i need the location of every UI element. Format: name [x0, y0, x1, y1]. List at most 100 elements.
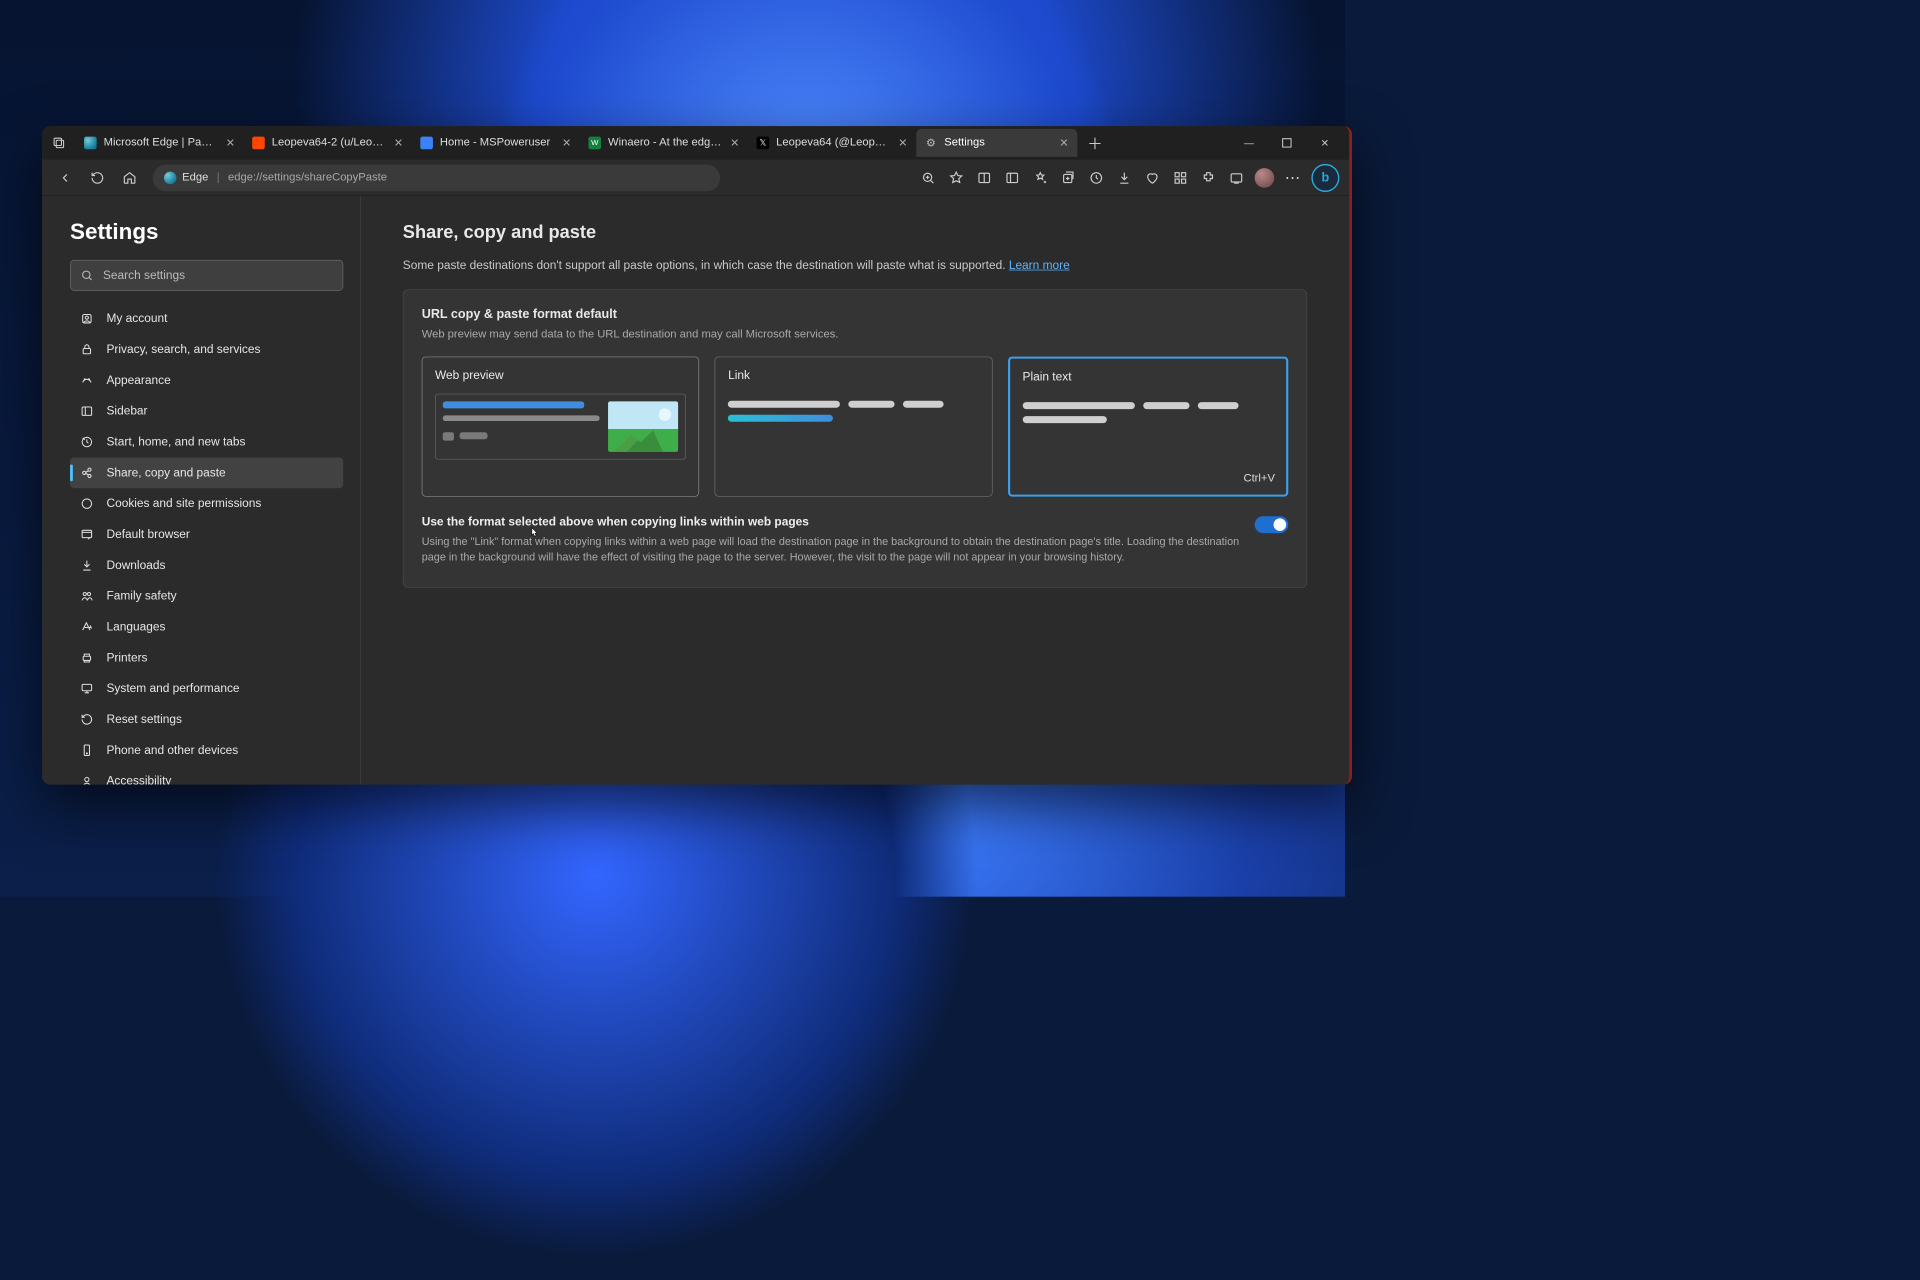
edge-chip: Edge [164, 171, 208, 184]
history-icon[interactable] [1083, 164, 1110, 191]
tab-winaero[interactable]: W Winaero - At the edge of ✕ [580, 129, 748, 157]
card-title: Web preview [435, 368, 686, 382]
toolbar: Edge | edge://settings/shareCopyPaste ⋯ … [42, 160, 1349, 196]
nav-label: Printers [106, 651, 147, 665]
tab-mspoweruser[interactable]: Home - MSPoweruser ✕ [412, 129, 580, 157]
close-icon[interactable]: ✕ [392, 136, 405, 150]
favorite-icon[interactable] [943, 164, 970, 191]
settings-title: Settings [70, 219, 343, 245]
profile-avatar[interactable] [1251, 164, 1278, 191]
sidebar-item[interactable]: Family safety [70, 581, 343, 612]
tab-label: Microsoft Edge | Page 148 [104, 137, 217, 150]
favorites-list-icon[interactable] [1027, 164, 1054, 191]
sidebar-item[interactable]: My account [70, 303, 343, 334]
sidebar-item[interactable]: Printers [70, 642, 343, 673]
downloads-icon[interactable] [1111, 164, 1138, 191]
lead-text: Some paste destinations don't support al… [403, 258, 1009, 271]
nav-icon [80, 528, 94, 541]
screenshot-icon[interactable] [1223, 164, 1250, 191]
nav-label: Share, copy and paste [106, 466, 225, 480]
favicon-reddit-icon [252, 137, 265, 150]
toggle-switch[interactable] [1255, 516, 1289, 533]
settings-sidebar: Settings Search settings My accountPriva… [42, 196, 361, 784]
tab-reddit[interactable]: Leopeva64-2 (u/Leopeva6 ✕ [244, 129, 412, 157]
reading-mode-icon[interactable] [999, 164, 1026, 191]
split-screen-icon[interactable] [971, 164, 998, 191]
toggle-desc: Using the "Link" format when copying lin… [422, 534, 1241, 565]
collections-icon[interactable] [1055, 164, 1082, 191]
nav-icon [80, 744, 94, 757]
sidebar-item[interactable]: Languages [70, 612, 343, 643]
home-button[interactable] [116, 164, 143, 191]
sidebar-item[interactable]: Sidebar [70, 396, 343, 427]
nav-label: Family safety [106, 589, 176, 603]
refresh-button[interactable] [84, 164, 111, 191]
search-settings-input[interactable]: Search settings [70, 260, 343, 291]
window-controls: — ✕ [1232, 129, 1343, 157]
close-icon[interactable]: ✕ [1058, 136, 1071, 150]
nav-icon [80, 312, 94, 325]
nav-icon [80, 682, 94, 695]
panel-hint: Web preview may send data to the URL des… [422, 329, 1289, 342]
bing-chat-button[interactable]: b [1311, 164, 1339, 192]
card-plain-text[interactable]: Plain text Ctrl+V [1008, 357, 1288, 497]
favicon-msp-icon [420, 137, 433, 150]
sidebar-item[interactable]: Phone and other devices [70, 735, 343, 766]
back-button[interactable] [52, 164, 79, 191]
nav-icon [80, 713, 94, 726]
nav-label: Start, home, and new tabs [106, 435, 245, 449]
nav-icon [80, 436, 94, 449]
close-icon[interactable]: ✕ [897, 136, 910, 150]
sidebar-item[interactable]: System and performance [70, 673, 343, 704]
new-tab-button[interactable]: ＋ [1083, 131, 1107, 155]
nav-icon [80, 590, 94, 603]
sidebar-item[interactable]: Privacy, search, and services [70, 334, 343, 365]
tab-edge[interactable]: Microsoft Edge | Page 148 ✕ [76, 129, 244, 157]
more-menu-icon[interactable]: ⋯ [1279, 164, 1306, 191]
wallet-icon[interactable] [1139, 164, 1166, 191]
tab-settings[interactable]: ⚙ Settings ✕ [916, 129, 1077, 157]
nav-label: Sidebar [106, 404, 147, 418]
learn-more-link[interactable]: Learn more [1009, 258, 1070, 271]
card-link[interactable]: Link [715, 357, 993, 497]
sidebar-item[interactable]: Reset settings [70, 704, 343, 735]
apps-icon[interactable] [1167, 164, 1194, 191]
search-icon [81, 269, 94, 282]
zoom-icon[interactable] [915, 164, 942, 191]
toolbar-right: ⋯ b [915, 164, 1340, 192]
card-web-preview[interactable]: Web preview [422, 357, 700, 497]
close-icon[interactable]: ✕ [729, 136, 742, 150]
sidebar-item[interactable]: Accessibility [70, 766, 343, 785]
settings-main: Share, copy and paste Some paste destina… [361, 196, 1349, 784]
tab-label: Settings [944, 137, 1050, 150]
titlebar: Microsoft Edge | Page 148 ✕ Leopeva64-2 … [42, 126, 1349, 160]
close-window-button[interactable]: ✕ [1307, 129, 1342, 157]
nav-icon [80, 775, 94, 785]
sidebar-item[interactable]: Cookies and site permissions [70, 488, 343, 519]
sidebar-item[interactable]: Share, copy and paste [70, 457, 343, 488]
extensions-icon[interactable] [1195, 164, 1222, 191]
nav-icon [80, 374, 94, 387]
close-icon[interactable]: ✕ [560, 136, 573, 150]
address-bar[interactable]: Edge | edge://settings/shareCopyPaste [153, 164, 720, 191]
nav-icon [80, 405, 94, 418]
panel-title: URL copy & paste format default [422, 307, 1289, 322]
minimize-button[interactable]: — [1232, 129, 1267, 157]
tab-actions-icon[interactable] [49, 133, 69, 153]
card-title: Link [728, 368, 979, 382]
nav-label: Cookies and site permissions [106, 497, 261, 511]
sidebar-item[interactable]: Default browser [70, 519, 343, 550]
sidebar-item[interactable]: Downloads [70, 550, 343, 581]
maximize-button[interactable] [1269, 129, 1304, 157]
sidebar-item[interactable]: Appearance [70, 365, 343, 396]
nav-icon [80, 467, 94, 480]
sidebar-item[interactable]: Start, home, and new tabs [70, 427, 343, 458]
nav-label: System and performance [106, 682, 239, 696]
tab-x[interactable]: 𝕏 Leopeva64 (@Leopeva64 ✕ [748, 129, 916, 157]
close-icon[interactable]: ✕ [224, 136, 237, 150]
toggle-title: Use the format selected above when copyi… [422, 515, 1241, 529]
favicon-winaero-icon: W [588, 137, 601, 150]
tab-strip: Microsoft Edge | Page 148 ✕ Leopeva64-2 … [76, 129, 1078, 157]
nav-label: Accessibility [106, 774, 171, 785]
edge-icon [164, 171, 177, 184]
